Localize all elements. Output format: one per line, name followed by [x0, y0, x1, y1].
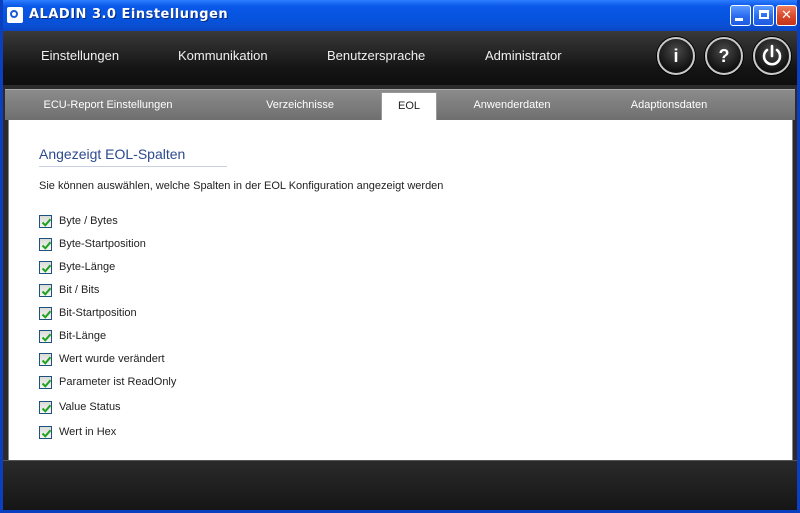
checkmark-icon: [41, 264, 52, 273]
menu-item-einstellungen[interactable]: Einstellungen: [41, 48, 119, 63]
help-button[interactable]: ?: [705, 37, 743, 75]
close-icon: ✕: [781, 8, 792, 23]
info-icon: i: [673, 46, 679, 66]
maximize-button[interactable]: [753, 5, 774, 26]
checkbox-label: Wert wurde verändert: [59, 353, 165, 365]
checkmark-icon: [41, 218, 52, 227]
footer-bar: [3, 460, 797, 510]
section-description: Sie können auswählen, welche Spalten in …: [39, 180, 444, 192]
checkbox[interactable]: [39, 401, 52, 414]
checkbox[interactable]: [39, 284, 52, 297]
tab-adaptionsdaten[interactable]: Adaptionsdaten: [623, 90, 715, 120]
checkbox-label: Value Status: [59, 401, 121, 413]
minimize-icon: [734, 18, 743, 21]
settings-panel: Angezeigt EOL-Spalten Sie können auswähl…: [8, 120, 793, 460]
menu-item-administrator[interactable]: Administrator: [485, 48, 562, 63]
main-menu: Einstellungen Kommunikation Benutzerspra…: [3, 31, 797, 85]
checkmark-icon: [41, 241, 52, 250]
checkmark-icon: [41, 356, 52, 365]
tab-ecu-report[interactable]: ECU-Report Einstellungen: [33, 90, 183, 120]
menu-item-benutzersprache[interactable]: Benutzersprache: [327, 48, 425, 63]
close-button[interactable]: ✕: [776, 5, 797, 26]
section-title: Angezeigt EOL-Spalten: [39, 146, 186, 162]
info-button[interactable]: i: [657, 37, 695, 75]
checkmark-icon: [41, 379, 52, 388]
checkbox[interactable]: [39, 261, 52, 274]
power-button[interactable]: [753, 37, 791, 75]
checkbox[interactable]: [39, 307, 52, 320]
checkbox-label: Parameter ist ReadOnly: [59, 376, 177, 388]
checkbox[interactable]: [39, 238, 52, 251]
checkbox[interactable]: [39, 330, 52, 343]
checkbox-label: Bit-Länge: [59, 330, 107, 342]
checkmark-icon: [41, 287, 52, 296]
checkmark-icon: [41, 333, 52, 342]
maximize-icon: [758, 9, 769, 19]
checkmark-icon: [41, 404, 52, 413]
checkbox-label: Bit-Startposition: [59, 307, 137, 319]
power-icon: [762, 44, 782, 66]
tab-bar: ECU-Report Einstellungen Verzeichnisse E…: [5, 89, 795, 121]
checkbox[interactable]: [39, 353, 52, 366]
tab-anwenderdaten[interactable]: Anwenderdaten: [467, 90, 557, 120]
menu-item-kommunikation[interactable]: Kommunikation: [178, 48, 268, 63]
tab-eol[interactable]: EOL: [381, 92, 437, 121]
title-bar[interactable]: ALADIN 3.0 Einstellungen ✕: [3, 0, 797, 31]
minimize-button[interactable]: [730, 5, 751, 26]
window-title: ALADIN 3.0 Einstellungen: [29, 7, 229, 22]
checkbox[interactable]: [39, 376, 52, 389]
checkbox-label: Wert in Hex: [59, 426, 117, 438]
checkbox-label: Byte / Bytes: [59, 215, 118, 227]
checkbox[interactable]: [39, 215, 52, 228]
section-divider: [39, 166, 227, 167]
checkmark-icon: [41, 310, 52, 319]
checkbox-label: Byte-Länge: [59, 261, 116, 273]
tab-verzeichnisse[interactable]: Verzeichnisse: [255, 90, 345, 120]
checkbox-label: Byte-Startposition: [59, 238, 146, 250]
checkbox[interactable]: [39, 426, 52, 439]
checkbox-label: Bit / Bits: [59, 284, 100, 296]
help-icon: ?: [718, 46, 730, 66]
app-window: ALADIN 3.0 Einstellungen ✕ Einstellungen…: [0, 0, 800, 513]
checkmark-icon: [41, 429, 52, 438]
app-logo-icon: [7, 7, 23, 23]
